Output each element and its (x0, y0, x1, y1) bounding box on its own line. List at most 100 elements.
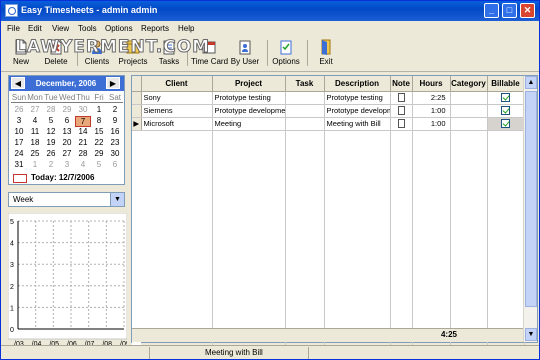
calendar-day[interactable]: 6 (59, 116, 75, 125)
maximize-button[interactable]: □ (502, 3, 517, 18)
calendar-day[interactable]: 10 (11, 127, 27, 136)
calendar-day[interactable]: 23 (107, 138, 123, 147)
calendar-day[interactable]: 13 (59, 127, 75, 136)
note-icon[interactable] (397, 106, 405, 116)
calendar-day[interactable]: 11 (27, 127, 43, 136)
calendar-day[interactable]: 12 (43, 127, 59, 136)
calendar-day[interactable]: 7 (75, 116, 91, 127)
calendar-day[interactable]: 30 (107, 149, 123, 158)
by-user-button[interactable]: By User (229, 37, 261, 70)
cell-task[interactable] (285, 104, 325, 118)
calendar-day[interactable]: 8 (91, 116, 107, 125)
calendar-day[interactable]: 25 (27, 149, 43, 158)
calendar-day[interactable]: 4 (75, 160, 91, 169)
calendar-day[interactable]: 3 (59, 160, 75, 169)
column-header-note[interactable]: Note (390, 76, 413, 92)
cell-project[interactable]: Prototype development (212, 104, 286, 118)
menu-options[interactable]: Options (105, 24, 133, 33)
calendar-day[interactable]: 6 (107, 160, 123, 169)
calendar-day[interactable]: 26 (11, 105, 27, 114)
column-header-task[interactable]: Task (285, 76, 325, 92)
column-header-billable[interactable]: Billable (487, 76, 525, 92)
calendar-day[interactable]: 27 (59, 149, 75, 158)
cell-note[interactable] (390, 117, 413, 131)
cell-category[interactable] (450, 117, 488, 131)
cell-hours[interactable]: 1:00 (412, 117, 451, 131)
vertical-scrollbar[interactable]: ▲ ▼ (523, 76, 537, 342)
cell-category[interactable] (450, 91, 488, 105)
table-row[interactable]: Sony Prototype testing Prototype testing 2:… (132, 91, 525, 105)
calendar-today[interactable]: Today: 12/7/2006 (11, 173, 123, 184)
billable-checkbox[interactable] (501, 119, 510, 129)
billable-checkbox[interactable] (501, 106, 510, 116)
calendar-day[interactable]: 30 (75, 105, 91, 114)
note-icon[interactable] (397, 93, 405, 103)
chevron-down-icon[interactable]: ▼ (110, 193, 124, 206)
note-icon[interactable] (397, 119, 405, 129)
menu-reports[interactable]: Reports (141, 24, 169, 33)
cell-client[interactable]: Siemens (141, 104, 213, 118)
cell-billable[interactable] (487, 117, 525, 131)
minimize-button[interactable]: _ (484, 3, 499, 18)
calendar-day[interactable]: 24 (11, 149, 27, 158)
menu-file[interactable]: File (7, 24, 20, 33)
table-row[interactable]: Siemens Prototype development Prototype de… (132, 104, 525, 118)
exit-button[interactable]: Exit (313, 37, 339, 70)
cell-description[interactable]: Prototype testing (324, 91, 391, 105)
calendar-day[interactable]: 21 (75, 138, 91, 147)
calendar-day[interactable]: 2 (43, 160, 59, 169)
calendar-day[interactable]: 19 (43, 138, 59, 147)
cell-task[interactable] (285, 117, 325, 131)
cell-hours[interactable]: 2:25 (412, 91, 451, 105)
calendar-day[interactable]: 31 (11, 160, 27, 169)
cell-project[interactable]: Meeting (212, 117, 286, 131)
calendar-day[interactable]: 2 (107, 105, 123, 114)
calendar-day[interactable]: 29 (91, 149, 107, 158)
calendar-day[interactable]: 1 (27, 160, 43, 169)
options-button[interactable]: Options (271, 37, 301, 70)
calendar-day[interactable]: 5 (91, 160, 107, 169)
calendar-day[interactable]: 28 (43, 105, 59, 114)
calendar-day[interactable]: 18 (27, 138, 43, 147)
table-row[interactable]: ▶ Microsoft Meeting Meeting with Bill 1:00 (132, 117, 525, 131)
calendar-day[interactable]: 28 (75, 149, 91, 158)
menu-edit[interactable]: Edit (28, 24, 42, 33)
calendar-day[interactable]: 15 (91, 127, 107, 136)
calendar-day[interactable]: 14 (75, 127, 91, 136)
cell-hours[interactable]: 1:00 (412, 104, 451, 118)
menu-view[interactable]: View (52, 24, 69, 33)
column-header-category[interactable]: Category (450, 76, 488, 92)
close-button[interactable]: ✕ (520, 3, 535, 18)
billable-checkbox[interactable] (501, 93, 510, 103)
calendar-day[interactable]: 17 (11, 138, 27, 147)
cell-client[interactable]: Microsoft (141, 117, 213, 131)
calendar-next-button[interactable]: ▶ (106, 77, 120, 89)
scroll-down-icon[interactable]: ▼ (525, 328, 537, 341)
column-header-client[interactable]: Client (141, 76, 213, 92)
cell-description[interactable]: Prototype development (324, 104, 391, 118)
calendar-day[interactable]: 5 (43, 116, 59, 125)
calendar-day[interactable]: 1 (91, 105, 107, 114)
column-header-hours[interactable]: Hours (412, 76, 451, 92)
calendar-day[interactable]: 9 (107, 116, 123, 125)
menu-tools[interactable]: Tools (78, 24, 97, 33)
calendar-prev-button[interactable]: ◀ (11, 77, 25, 89)
column-header-description[interactable]: Description (324, 76, 391, 92)
calendar-day[interactable]: 4 (27, 116, 43, 125)
cell-category[interactable] (450, 104, 488, 118)
cell-billable[interactable] (487, 104, 525, 118)
menu-help[interactable]: Help (178, 24, 194, 33)
scroll-up-icon[interactable]: ▲ (525, 76, 537, 89)
cell-note[interactable] (390, 104, 413, 118)
scroll-thumb[interactable] (525, 91, 537, 307)
calendar-day[interactable]: 27 (27, 105, 43, 114)
cell-note[interactable] (390, 91, 413, 105)
column-header-project[interactable]: Project (212, 76, 286, 92)
cell-client[interactable]: Sony (141, 91, 213, 105)
cell-billable[interactable] (487, 91, 525, 105)
calendar-day[interactable]: 20 (59, 138, 75, 147)
cell-project[interactable]: Prototype testing (212, 91, 286, 105)
cell-task[interactable] (285, 91, 325, 105)
calendar-day[interactable]: 3 (11, 116, 27, 125)
period-select[interactable]: Week ▼ (8, 192, 125, 207)
